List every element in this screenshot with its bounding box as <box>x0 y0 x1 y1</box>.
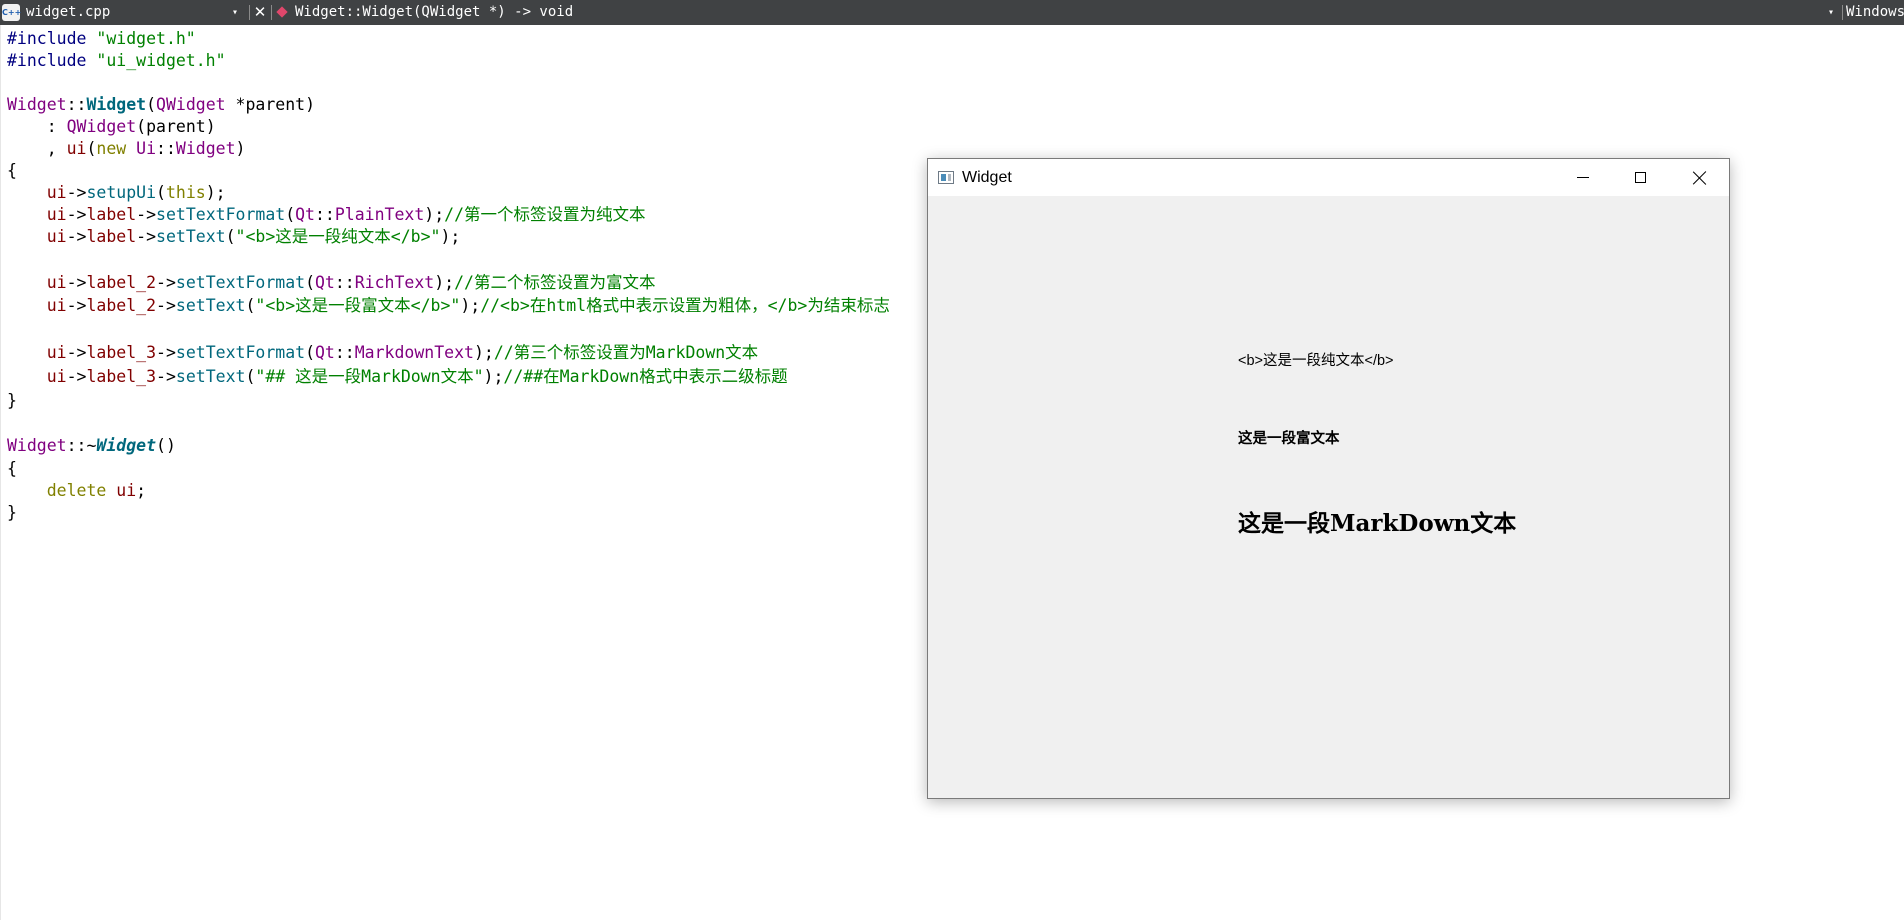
code-line: ui->label->setTextFormat(Qt::PlainText);… <box>46 205 646 224</box>
toolbar-divider <box>1842 5 1843 20</box>
maximize-button[interactable] <box>1612 159 1670 196</box>
env-dropdown-icon[interactable]: ▾ <box>1828 0 1834 25</box>
editor-toolbar: C++ widget.cpp ▾ ✕ Widget::Widget(QWidge… <box>0 0 1904 25</box>
code-line: #include "widget.h" <box>7 29 196 48</box>
window-title: Widget <box>962 169 1012 186</box>
plain-text-label: <b>这是一段纯文本</b> <box>1238 353 1394 369</box>
minimize-icon <box>1577 177 1589 178</box>
code-line: : QWidget(parent) <box>7 117 216 136</box>
close-document-icon[interactable]: ✕ <box>253 0 267 25</box>
symbol-icon <box>276 6 288 18</box>
code-line: } <box>7 391 17 410</box>
cpp-file-icon: C++ <box>2 4 21 21</box>
code-line: ui->label_2->setTextFormat(Qt::RichText)… <box>46 273 656 292</box>
minimize-button[interactable] <box>1554 159 1612 196</box>
window-titlebar[interactable]: Widget <box>928 159 1729 196</box>
symbol-selector[interactable]: Widget::Widget(QWidget *) -> void <box>295 0 573 25</box>
markdown-label: 这是一段MarkDown文本 <box>1238 510 1517 537</box>
widget-window[interactable]: Widget <b>这是一段纯文本</b> 这是一段富文本 这是一段MarkDo… <box>927 158 1730 799</box>
code-line: ui->setupUi(this); <box>46 183 226 202</box>
line-ending-selector[interactable]: Windows <box>1846 0 1904 25</box>
app-icon <box>938 171 954 184</box>
toolbar-divider <box>271 5 272 20</box>
open-file-name[interactable]: widget.cpp <box>26 0 110 25</box>
code-line: } <box>7 503 17 522</box>
code-line: ui->label->setText("<b>这是一段纯文本</b>"); <box>46 227 461 246</box>
code-line: #include "ui_widget.h" <box>7 51 226 70</box>
code-line: Widget::~Widget() <box>7 436 176 455</box>
code-line: Widget::Widget(QWidget *parent) <box>7 95 315 114</box>
code-line: { <box>7 161 17 180</box>
maximize-icon <box>1635 172 1646 183</box>
code-line: ui->label_3->setTextFormat(Qt::MarkdownT… <box>46 343 759 362</box>
code-line: ui->label_3->setText("## 这是一段MarkDown文本"… <box>46 367 788 386</box>
code-line: ui->label_2->setText("<b>这是一段富文本</b>");/… <box>46 296 890 315</box>
close-button[interactable] <box>1671 159 1729 196</box>
code-line: delete ui; <box>46 481 147 500</box>
close-icon <box>1693 171 1707 185</box>
code-line: { <box>7 459 17 478</box>
code-line: , ui(new Ui::Widget) <box>7 139 246 158</box>
file-dropdown-icon[interactable]: ▾ <box>232 0 238 25</box>
rich-text-label: 这是一段富文本 <box>1238 431 1340 447</box>
toolbar-divider <box>249 5 250 20</box>
